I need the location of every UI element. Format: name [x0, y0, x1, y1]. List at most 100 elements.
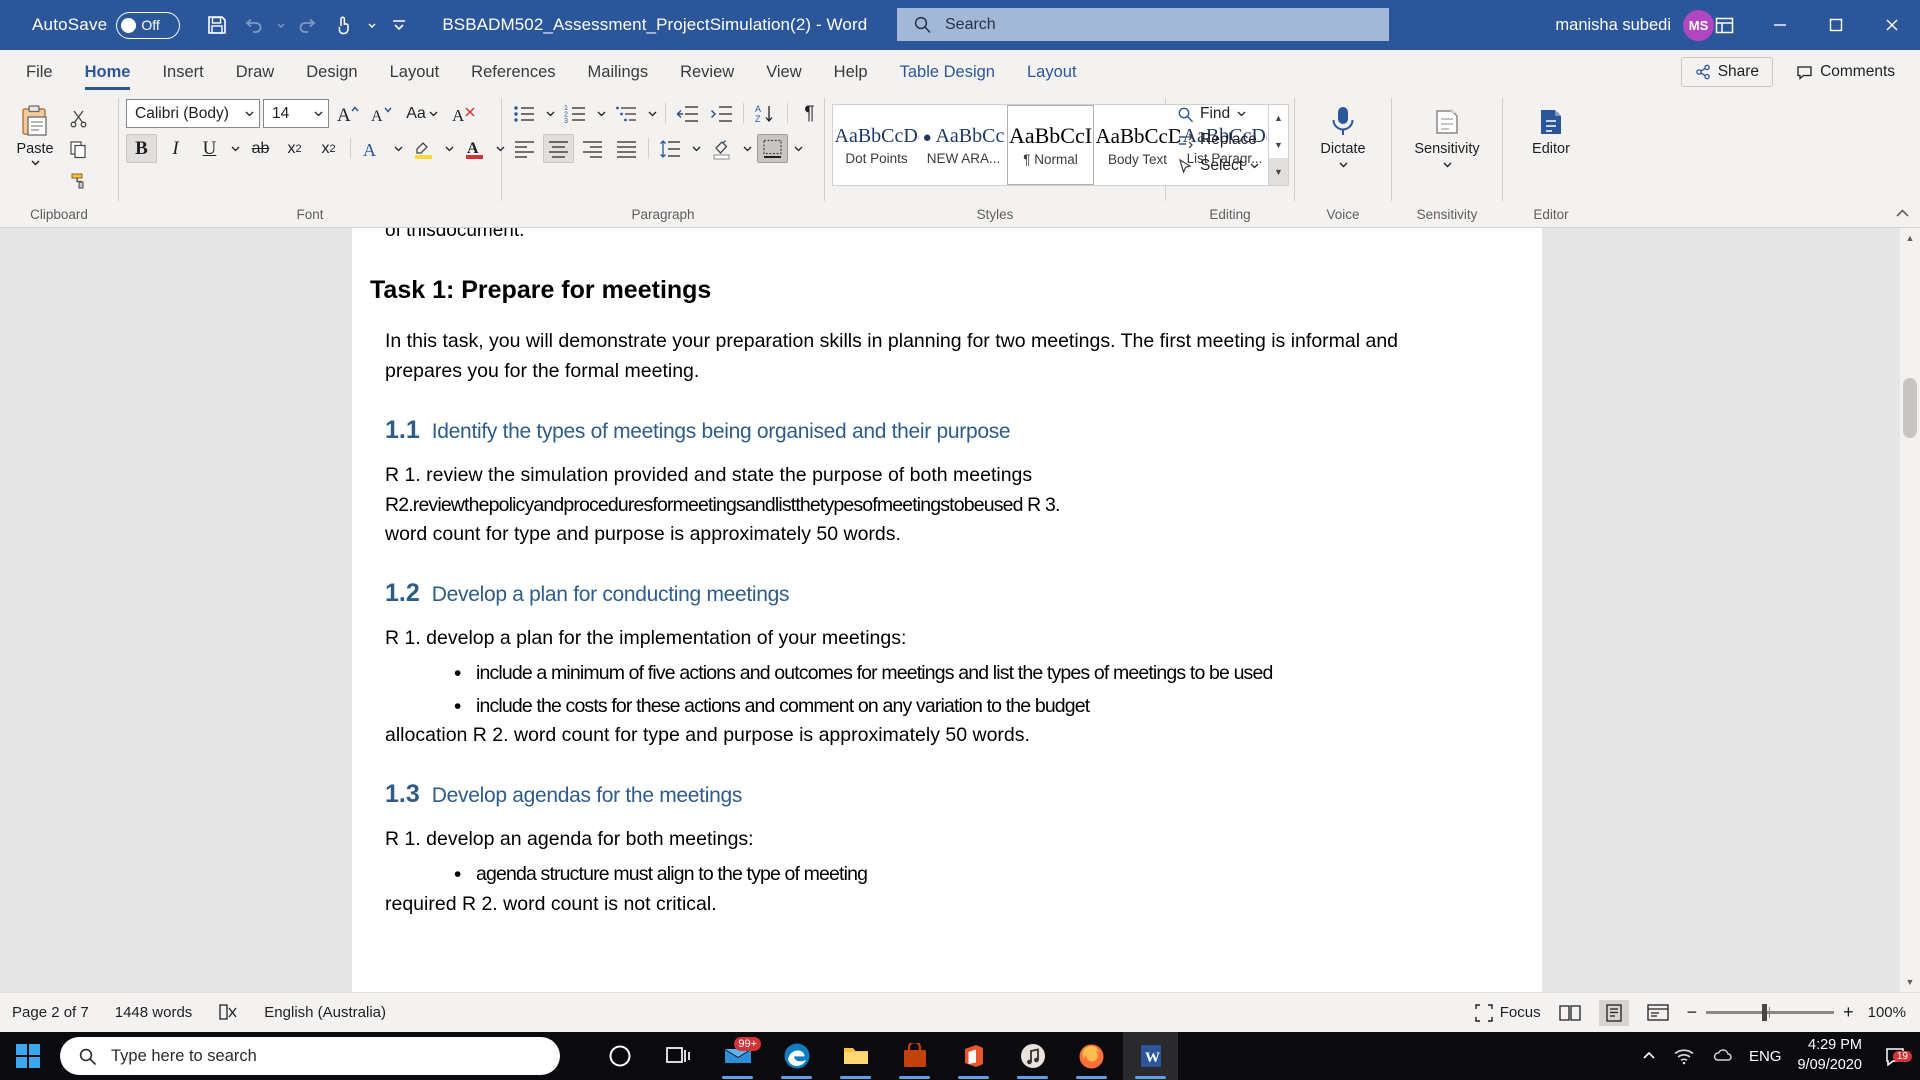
cut-icon[interactable]: [63, 104, 93, 132]
strikethrough-button[interactable]: ab: [245, 134, 276, 163]
find-button[interactable]: Find: [1173, 103, 1264, 125]
web-layout-icon[interactable]: [1643, 1000, 1673, 1026]
onedrive-icon[interactable]: [1711, 1047, 1733, 1065]
grow-font-button[interactable]: A: [332, 99, 363, 128]
zoom-level[interactable]: 100%: [1868, 1004, 1906, 1021]
minimize-button[interactable]: [1752, 0, 1808, 50]
undo-dropdown-icon[interactable]: [272, 8, 289, 42]
subscript-button[interactable]: x2: [279, 134, 310, 163]
page-indicator[interactable]: Page 2 of 7: [12, 1004, 89, 1021]
wifi-icon[interactable]: [1673, 1047, 1695, 1065]
align-right-icon[interactable]: [577, 134, 608, 163]
align-left-icon[interactable]: [509, 134, 540, 163]
zoom-track[interactable]: [1706, 1004, 1835, 1021]
clear-formatting-button[interactable]: A: [448, 99, 479, 128]
tab-table-layout[interactable]: Layout: [1011, 54, 1093, 90]
bold-button[interactable]: B: [126, 134, 157, 163]
show-hidden-icons-icon[interactable]: [1641, 1049, 1657, 1063]
search-box[interactable]: Search: [897, 8, 1389, 41]
scrollbar-track[interactable]: [1900, 248, 1920, 972]
store-icon[interactable]: [887, 1032, 942, 1080]
sort-icon[interactable]: AZ: [750, 99, 781, 128]
tab-references[interactable]: References: [455, 54, 571, 90]
autosave-toggle[interactable]: Off: [116, 11, 181, 39]
editor-button[interactable]: Editor: [1518, 99, 1584, 158]
tab-mailings[interactable]: Mailings: [572, 54, 665, 90]
read-mode-icon[interactable]: [1555, 1000, 1585, 1026]
numbering-dropdown-icon[interactable]: [594, 99, 608, 128]
cortana-icon[interactable]: [592, 1032, 647, 1080]
tab-draw[interactable]: Draw: [220, 54, 291, 90]
increase-indent-icon[interactable]: [706, 99, 737, 128]
customize-qat-icon[interactable]: [382, 8, 416, 42]
font-size-combo[interactable]: 14: [263, 99, 329, 128]
word-icon[interactable]: W: [1123, 1032, 1178, 1080]
underline-button[interactable]: U: [194, 134, 225, 163]
tab-layout[interactable]: Layout: [374, 54, 456, 90]
office-icon[interactable]: [946, 1032, 1001, 1080]
shading-dropdown-icon[interactable]: [740, 134, 754, 163]
tab-help[interactable]: Help: [818, 54, 884, 90]
borders-icon[interactable]: [757, 134, 788, 163]
replace-button[interactable]: Replace: [1173, 129, 1264, 151]
redo-icon[interactable]: [291, 8, 325, 42]
taskbar-search-input[interactable]: Type here to search: [60, 1037, 560, 1075]
zoom-in-button[interactable]: +: [1843, 1002, 1854, 1023]
scrollbar-thumb[interactable]: [1903, 378, 1917, 438]
tab-review[interactable]: Review: [664, 54, 750, 90]
shrink-font-button[interactable]: A: [366, 99, 397, 128]
touch-mode-dropdown-icon[interactable]: [363, 8, 380, 42]
highlight-dropdown-icon[interactable]: [442, 134, 456, 163]
numbering-icon[interactable]: 123: [560, 99, 591, 128]
font-color-button[interactable]: A: [459, 134, 490, 163]
borders-dropdown-icon[interactable]: [791, 134, 805, 163]
text-effects-button[interactable]: A: [357, 134, 388, 163]
zoom-handle[interactable]: [1762, 1004, 1768, 1021]
language-indicator[interactable]: ENG: [1749, 1048, 1782, 1065]
maximize-button[interactable]: [1808, 0, 1864, 50]
change-case-button[interactable]: Aa: [400, 99, 445, 128]
scroll-up-icon[interactable]: ▲: [1900, 228, 1920, 248]
zoom-slider[interactable]: − +: [1687, 1002, 1854, 1023]
close-button[interactable]: [1864, 0, 1920, 50]
music-icon[interactable]: [1005, 1032, 1060, 1080]
tab-view[interactable]: View: [750, 54, 817, 90]
align-center-icon[interactable]: [543, 134, 574, 163]
style-item-dot-points[interactable]: AaBbCcDе Dot Points: [833, 105, 920, 185]
sensitivity-button[interactable]: Sensitivity: [1404, 99, 1490, 169]
document-page[interactable]: of thisdocument. Task 1: Prepare for mee…: [352, 228, 1542, 992]
comments-button[interactable]: Comments: [1783, 57, 1908, 87]
language-indicator[interactable]: English (Australia): [264, 1004, 386, 1021]
notifications-icon[interactable]: 19: [1878, 1046, 1912, 1066]
decrease-indent-icon[interactable]: [672, 99, 703, 128]
justify-icon[interactable]: [611, 134, 642, 163]
autosave-control[interactable]: AutoSave Off: [32, 11, 181, 39]
dictate-button[interactable]: Dictate: [1310, 99, 1376, 169]
tab-design[interactable]: Design: [290, 54, 373, 90]
bullets-icon[interactable]: [509, 99, 540, 128]
undo-icon[interactable]: [236, 8, 270, 42]
multilevel-list-icon[interactable]: [611, 99, 642, 128]
tab-home[interactable]: Home: [69, 54, 147, 90]
document-vertical-scrollbar[interactable]: ▲ ▼: [1900, 228, 1920, 992]
multilevel-dropdown-icon[interactable]: [645, 99, 659, 128]
superscript-button[interactable]: x2: [313, 134, 344, 163]
collapse-ribbon-icon[interactable]: [1895, 208, 1910, 223]
zoom-out-button[interactable]: −: [1687, 1002, 1698, 1023]
edge-icon[interactable]: [769, 1032, 824, 1080]
style-item-new-ara[interactable]: ● AaBbCc NEW ARA...: [920, 105, 1007, 185]
user-account[interactable]: manisha subedi MS: [1555, 0, 1714, 50]
highlight-color-button[interactable]: [408, 134, 439, 163]
firefox-icon[interactable]: [1064, 1032, 1119, 1080]
shading-icon[interactable]: [706, 134, 737, 163]
line-spacing-icon[interactable]: [655, 134, 686, 163]
file-explorer-icon[interactable]: [828, 1032, 883, 1080]
format-painter-icon[interactable]: [63, 166, 93, 194]
task-view-icon[interactable]: [651, 1032, 706, 1080]
tab-table-design[interactable]: Table Design: [884, 54, 1011, 90]
line-spacing-dropdown-icon[interactable]: [689, 134, 703, 163]
text-effects-dropdown-icon[interactable]: [391, 134, 405, 163]
proofing-errors-icon[interactable]: [218, 1003, 238, 1022]
paste-button[interactable]: Paste: [7, 99, 63, 167]
underline-dropdown-icon[interactable]: [228, 134, 242, 163]
